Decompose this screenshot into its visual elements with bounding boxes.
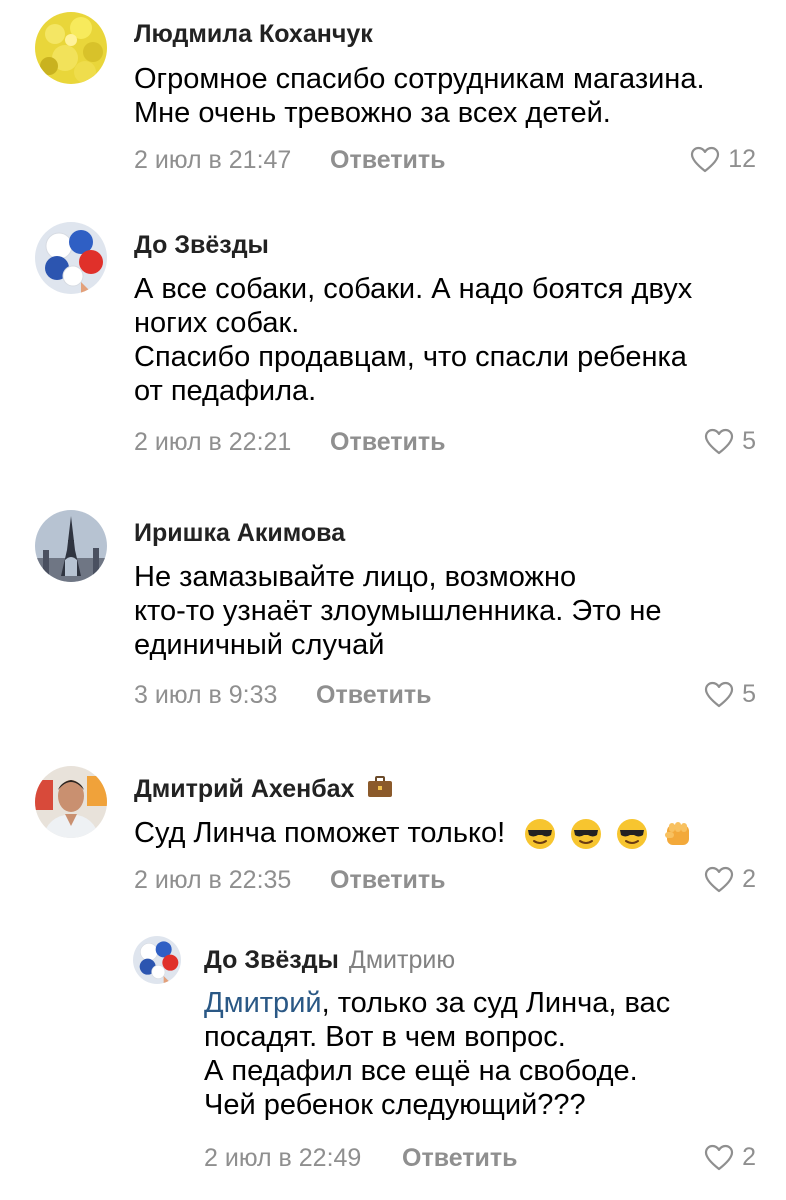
reply-button[interactable]: Ответить [330, 866, 446, 895]
reply-to-label[interactable]: Дмитрию [349, 946, 455, 974]
avatar[interactable] [133, 936, 181, 984]
comment-date: 2 июл в 22:35 [134, 866, 292, 894]
like-button[interactable]: 5 [704, 680, 756, 709]
comment-text-line: ногих собак. [134, 307, 300, 339]
comment-text-line: единичный случай [134, 629, 385, 661]
like-count: 2 [742, 1143, 756, 1171]
comment-author-name[interactable]: До Звёзды [204, 946, 339, 974]
heart-icon [704, 428, 734, 455]
comment-author[interactable]: Дмитрий Ахенбах [134, 775, 393, 806]
comment-text-line: Мне очень тревожно за всех детей. [134, 97, 611, 129]
like-button[interactable]: 2 [704, 1143, 756, 1172]
comment-author[interactable]: До Звёзды [134, 231, 269, 260]
like-button[interactable]: 5 [704, 427, 756, 456]
like-button[interactable]: 12 [690, 145, 756, 174]
comment-text-line: Чей ребенок следующий??? [204, 1089, 586, 1121]
reply-button[interactable]: Ответить [402, 1144, 518, 1173]
comment-text-line: Огромное спасибо сотрудникам магазина. [134, 63, 705, 95]
comment-date: 3 июл в 9:33 [134, 681, 278, 709]
comment-text-content: , только за суд Линча, вас [321, 987, 671, 1019]
heart-icon [690, 146, 720, 173]
comment-author[interactable]: Иришка Акимова [134, 519, 345, 548]
comment-date: 2 июл в 22:21 [134, 428, 292, 456]
comment-text: Суд Линча поможет только! [134, 816, 695, 851]
heart-icon [704, 1144, 734, 1171]
like-count: 2 [742, 865, 756, 893]
comment-text-line: Суд Линча поможет только! [134, 816, 695, 851]
heart-icon [704, 681, 734, 708]
comment-author[interactable]: Людмила Коханчук [134, 20, 373, 49]
fist-emoji [661, 817, 695, 851]
comment-date: 2 июл в 22:49 [204, 1144, 362, 1172]
comment-text-content: Суд Линча поможет только! [134, 817, 506, 849]
comment-text: Не замазывайте лицо, возможно кто-то узн… [134, 560, 662, 662]
sunglasses-emoji [523, 817, 557, 851]
comment-text-line: Не замазывайте лицо, возможно [134, 561, 577, 593]
avatar[interactable] [35, 766, 107, 838]
sunglasses-emoji [569, 817, 603, 851]
avatar[interactable] [35, 510, 107, 582]
like-count: 12 [728, 145, 756, 173]
like-count: 5 [742, 427, 756, 455]
reply-button[interactable]: Ответить [330, 146, 446, 175]
comment-text-line: А педафил все ещё на свободе. [204, 1055, 638, 1087]
comment-text-line: посадят. Вот в чем вопрос. [204, 1021, 566, 1053]
reply-button[interactable]: Ответить [330, 428, 446, 457]
avatar[interactable] [35, 12, 107, 84]
comment-text: Огромное спасибо сотрудникам магазина. М… [134, 62, 705, 130]
briefcase-icon [367, 775, 393, 806]
mention-link[interactable]: Дмитрий [204, 987, 322, 1019]
comment-text: А все собаки, собаки. А надо боятся двух… [134, 272, 692, 408]
avatar[interactable] [35, 222, 107, 294]
reply-button[interactable]: Ответить [316, 681, 432, 710]
sunglasses-emoji [615, 817, 649, 851]
like-button[interactable]: 2 [704, 865, 756, 894]
like-count: 5 [742, 680, 756, 708]
comment-text-line: кто-то узнаёт злоумышленника. Это не [134, 595, 662, 627]
comment-date: 2 июл в 21:47 [134, 146, 292, 174]
comment-text-line: А все собаки, собаки. А надо боятся двух [134, 273, 693, 305]
comment-text-line: Дмитрий, только за суд Линча, вас [204, 986, 670, 1020]
heart-icon [704, 866, 734, 893]
comment-text-line: Спасибо продавцам, что спасли ребенка [134, 341, 687, 373]
comment-author[interactable]: До Звёзды Дмитрию [204, 946, 455, 975]
comment-text-line: от педафила. [134, 375, 317, 407]
comment-author-name[interactable]: Дмитрий Ахенбах [134, 775, 354, 803]
comment-text: Дмитрий, только за суд Линча, вас посадя… [204, 986, 670, 1122]
